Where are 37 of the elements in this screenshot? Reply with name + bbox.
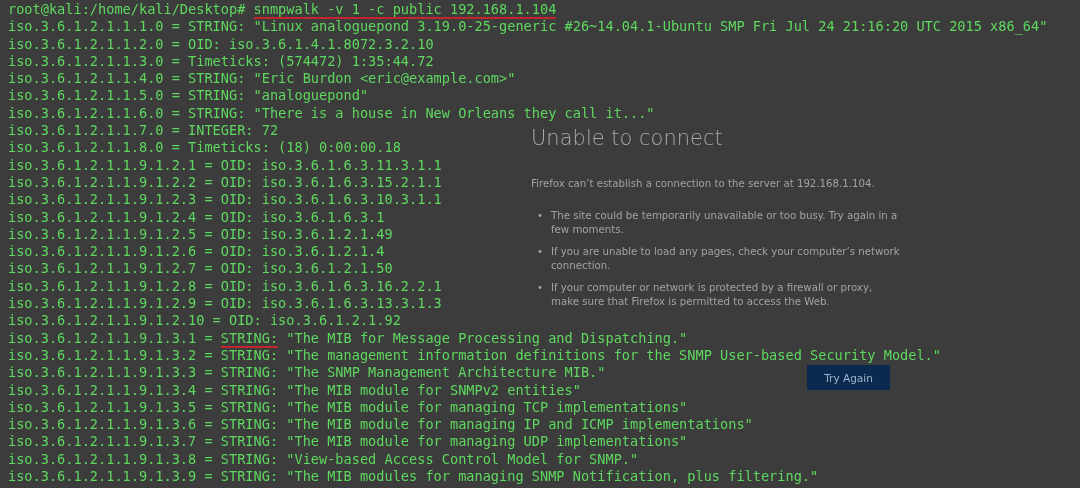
output-line: iso.3.6.1.2.1.1.2.0 = OID: iso.3.6.1.4.1.8072.3.2.10 xyxy=(8,35,434,53)
output-line: iso.3.6.1.2.1.1.3.0 = Timeticks: (574472) 1:35:44.72 xyxy=(8,52,434,71)
output-line: iso.3.6.1.2.1.1.9.1.2.1 = OID: iso.3.6.1.6.3.11.3.1.1 xyxy=(8,156,442,174)
bullet-text: If you are unable to load any pages, check your computer’s network connection. xyxy=(551,245,901,273)
output-line: iso.3.6.1.2.1.1.9.1.3.5 = STRING: "The MIB module for managing TCP implementations" xyxy=(8,398,688,417)
output-line: iso.3.6.1.2.1.1.6.0 = STRING: "There is a house in New Orleans they call it..." xyxy=(8,104,655,123)
bullet-marker: • xyxy=(537,209,543,223)
output-line: iso.3.6.1.2.1.1.9.1.2.5 = OID: iso.3.6.1.2.1.49 xyxy=(8,225,393,244)
error-message: Firefox can’t establish a connection to the server at 192.168.1.104. xyxy=(531,178,875,189)
command-line: root@kali:/home/kali/Desktop# snmpwalk -v 1 -c public 192.168.1.104 xyxy=(8,1,557,19)
output-line: iso.3.6.1.2.1.1.9.1.2.10 = OID: iso.3.6.1.2.1.92 xyxy=(8,312,401,330)
output-line: iso.3.6.1.2.1.1.9.1.3.6 = STRING: "The MIB module for managing IP and ICMP implementations" xyxy=(8,416,753,434)
output-line: iso.3.6.1.2.1.1.9.1.2.3 = OID: iso.3.6.1.6.3.10.3.1.1 xyxy=(8,191,442,209)
output-line: iso.3.6.1.2.1.1.9.1.2.4 = OID: iso.3.6.1.6.3.1 xyxy=(8,208,385,226)
bullet-marker: • xyxy=(537,281,543,295)
output-line: iso.3.6.1.2.1.1.7.0 = INTEGER: 72 xyxy=(8,122,279,140)
output-line: iso.3.6.1.2.1.1.5.0 = STRING: "analoguepond" xyxy=(8,87,369,105)
page-heading: Unable to connect xyxy=(531,126,723,150)
bullet-text: The site could be temporarily unavailable or too busy. Try again in a few moments. xyxy=(551,209,899,237)
output-line: iso.3.6.1.2.1.1.1.0 = STRING: "Linux analoguepond 3.19.0-25-generic #26~14.04.1-Ubuntu SMP Fri Jul 24 21:16:20 UTC 2015 x86_64" xyxy=(8,18,1048,36)
output-line: iso.3.6.1.2.1.1.9.1.2.2 = OID: iso.3.6.1.6.3.15.2.1.1 xyxy=(8,173,442,192)
output-line: iso.3.6.1.2.1.1.9.1.3.4 = STRING: "The MIB module for SNMPv2 entities" xyxy=(8,381,581,399)
output-line: iso.3.6.1.2.1.1.4.0 = STRING: "Eric Burdon <eric@example.com>" xyxy=(8,70,516,88)
try-again-button[interactable]: Try Again xyxy=(807,365,890,390)
output-line: iso.3.6.1.2.1.1.9.1.2.7 = OID: iso.3.6.1.2.1.50 xyxy=(8,260,393,278)
output-line: iso.3.6.1.2.1.1.9.1.3.9 = STRING: "The MIB modules for managing SNMP Notification, plus filtering." xyxy=(8,468,819,486)
output-line: iso.3.6.1.2.1.1.9.1.3.2 = STRING: "The management information definitions for the SNMP User-based Security Model." xyxy=(8,346,941,365)
output-line: iso.3.6.1.2.1.1.9.1.3.1 = STRING: "The MIB for Message Processing and Dispatching." xyxy=(8,329,688,347)
output-line: iso.3.6.1.2.1.1.9.1.3.7 = STRING: "The MIB module for managing UDP implementations" xyxy=(8,433,688,451)
output-line: iso.3.6.1.2.1.1.9.1.3.3 = STRING: "The SNMP Management Architecture MIB." xyxy=(8,364,606,382)
output-line: iso.3.6.1.2.1.1.9.1.3.8 = STRING: "View-based Access Control Model for SNMP." xyxy=(8,450,639,468)
output-line: iso.3.6.1.2.1.1.9.1.2.9 = OID: iso.3.6.1.6.3.13.3.1.3 xyxy=(8,295,442,313)
bullet-marker: • xyxy=(537,245,543,259)
bullet-text: If your computer or network is protected by a firewall or proxy, make sure that Firefox is permitted to access the Web. xyxy=(551,281,874,309)
output-line: iso.3.6.1.2.1.1.9.1.2.8 = OID: iso.3.6.1.6.3.16.2.2.1 xyxy=(8,277,442,296)
output-line: iso.3.6.1.2.1.1.8.0 = Timeticks: (18) 0:00:00.18 xyxy=(8,139,401,157)
output-line: iso.3.6.1.2.1.1.9.1.2.6 = OID: iso.3.6.1.2.1.4 xyxy=(8,243,385,261)
